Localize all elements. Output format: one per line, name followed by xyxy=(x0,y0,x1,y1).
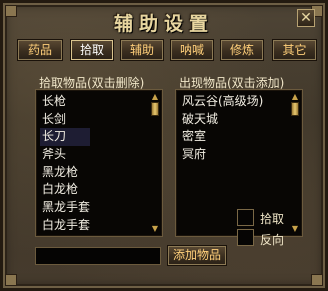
tab-other[interactable]: 其它 xyxy=(272,39,317,61)
list-item[interactable]: 冥府 xyxy=(180,146,263,164)
tab-training[interactable]: 修炼 xyxy=(220,39,264,61)
tab-bar: 药品 拾取 辅助 呐喊 修炼 其它 xyxy=(17,39,317,63)
list-item[interactable]: 长枪 xyxy=(40,93,90,111)
assist-settings-window: 辅助设置 ✕ 药品 拾取 辅助 呐喊 修炼 其它 拾取物品(双击删除) 出现物品… xyxy=(0,0,328,291)
list-item[interactable]: 风云谷(高级场) xyxy=(180,93,263,111)
list-item[interactable]: 斧头 xyxy=(40,146,90,164)
available-item-rows: 风云谷(高级场) 破天城 密室 冥府 xyxy=(180,93,263,164)
tab-shout[interactable]: 呐喊 xyxy=(170,39,214,61)
list-item[interactable]: 黑龙枪 xyxy=(40,164,90,182)
list-item[interactable]: 白龙手套 xyxy=(40,217,90,235)
pickup-checkbox[interactable] xyxy=(237,209,254,226)
scroll-up-arrow-icon[interactable]: ▲ xyxy=(150,92,160,102)
add-item-input[interactable] xyxy=(35,247,161,265)
scroll-thumb[interactable] xyxy=(291,102,299,116)
list-item[interactable]: 黑龙手套 xyxy=(40,199,90,217)
tab-pickup[interactable]: 拾取 xyxy=(70,39,114,61)
corner-ornament-bottom-left xyxy=(5,274,17,286)
scroll-down-arrow-icon[interactable]: ▼ xyxy=(290,224,300,234)
list-item[interactable]: 破天城 xyxy=(180,111,263,129)
tab-assist[interactable]: 辅助 xyxy=(120,39,164,61)
window-title: 辅助设置 xyxy=(113,13,214,35)
close-button[interactable]: ✕ xyxy=(297,9,315,27)
list-item[interactable]: 白龙枪 xyxy=(40,181,90,199)
list-item[interactable]: 密室 xyxy=(180,128,263,146)
list-item[interactable]: 长剑 xyxy=(40,111,90,129)
scroll-thumb[interactable] xyxy=(151,102,159,116)
scroll-down-arrow-icon[interactable]: ▼ xyxy=(150,224,160,234)
corner-ornament-bottom-right xyxy=(311,274,323,286)
close-icon: ✕ xyxy=(300,10,312,26)
pickup-checkbox-label: 拾取 xyxy=(260,212,285,226)
pickup-item-list[interactable]: 长枪 长剑 长刀 斧头 黑龙枪 白龙枪 黑龙手套 白龙手套 ▲ ▼ xyxy=(35,89,163,237)
reverse-checkbox[interactable] xyxy=(237,229,254,246)
scroll-up-arrow-icon[interactable]: ▲ xyxy=(290,92,300,102)
list-item[interactable]: 长刀 xyxy=(40,128,91,147)
tab-medicine[interactable]: 药品 xyxy=(17,39,63,61)
reverse-checkbox-label: 反向 xyxy=(260,233,285,247)
pickup-item-rows: 长枪 长剑 长刀 斧头 黑龙枪 白龙枪 黑龙手套 白龙手套 xyxy=(40,93,91,235)
available-list-scrollbar[interactable]: ▲ ▼ xyxy=(290,92,300,234)
pickup-list-scrollbar[interactable]: ▲ ▼ xyxy=(150,92,160,234)
add-item-button[interactable]: 添加物品 xyxy=(167,245,227,266)
